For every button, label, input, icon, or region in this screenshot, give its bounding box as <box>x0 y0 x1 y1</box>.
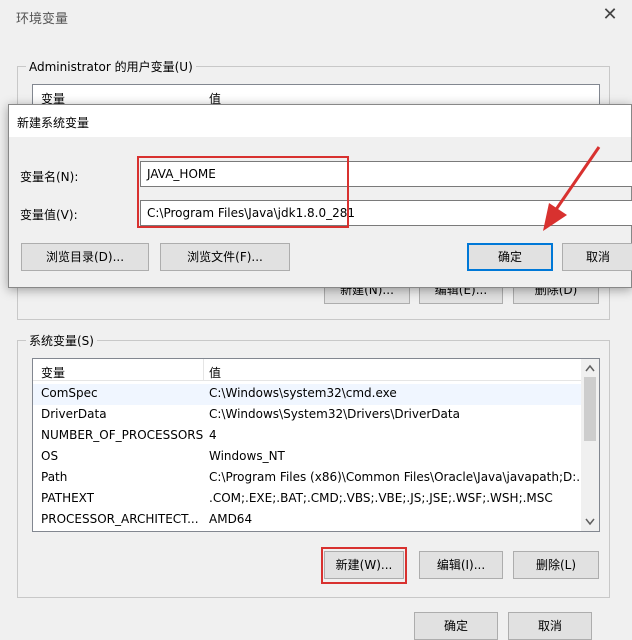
var-name: Path <box>41 470 68 484</box>
footer-cancel-button[interactable]: 取消 <box>508 612 592 640</box>
sys-col-header-value[interactable]: 值 <box>209 364 221 381</box>
fields-highlight <box>137 156 349 228</box>
user-variables-label: Administrator 的用户变量(U) <box>26 58 196 75</box>
var-name: PATHEXT <box>41 491 95 505</box>
sys-col-header-variable[interactable]: 变量 <box>41 364 65 381</box>
table-row[interactable]: PATHEXT .COM;.EXE;.BAT;.CMD;.VBS;.VBE;.J… <box>33 489 581 510</box>
environment-variables-window: 环境变量 ✕ Administrator 的用户变量(U) 变量 值 新建(N)… <box>0 0 632 640</box>
red-arrow-annotation <box>543 146 601 231</box>
var-name: PROCESSOR_ARCHITECT... <box>41 512 199 526</box>
dialog-titlebar: 新建系统变量 <box>9 105 631 137</box>
vertical-scrollbar[interactable] <box>581 359 599 531</box>
browse-directory-button[interactable]: 浏览目录(D)... <box>21 243 149 271</box>
table-row[interactable]: Path C:\Program Files (x86)\Common Files… <box>33 468 581 489</box>
scroll-up-icon[interactable] <box>585 364 595 372</box>
window-title: 环境变量 <box>16 12 69 27</box>
var-value: AMD64 <box>209 512 253 526</box>
var-value: C:\Windows\system32\cmd.exe <box>209 386 397 400</box>
table-row[interactable]: OS Windows_NT <box>33 447 581 468</box>
new-system-variable-dialog: 新建系统变量 变量名(N): JAVA_HOME 变量值(V): C:\Prog… <box>8 104 632 288</box>
variable-value-label: 变量值(V): <box>20 208 78 222</box>
browse-file-button[interactable]: 浏览文件(F)... <box>160 243 290 271</box>
table-row[interactable]: NUMBER_OF_PROCESSORS 4 <box>33 426 581 447</box>
var-name: OS <box>41 449 59 463</box>
system-variables-list[interactable]: 变量 值 ComSpec C:\Windows\system32\cmd.exe… <box>32 358 600 532</box>
var-value: C:\Program Files (x86)\Common Files\Orac… <box>209 470 579 484</box>
dialog-cancel-button[interactable]: 取消 <box>562 243 632 271</box>
table-row[interactable]: ComSpec C:\Windows\system32\cmd.exe <box>33 384 581 405</box>
close-icon[interactable]: ✕ <box>598 4 622 26</box>
column-separator[interactable] <box>203 359 204 381</box>
footer-ok-button[interactable]: 确定 <box>414 612 498 640</box>
dialog-ok-button[interactable]: 确定 <box>467 243 553 271</box>
var-name: DriverData <box>41 407 107 421</box>
var-name: NUMBER_OF_PROCESSORS <box>41 428 204 442</box>
table-row[interactable]: DriverData C:\Windows\System32\Drivers\D… <box>33 405 581 426</box>
system-variables-label: 系统变量(S) <box>26 332 97 349</box>
var-value: C:\Windows\System32\Drivers\DriverData <box>209 407 460 421</box>
system-delete-button[interactable]: 删除(L) <box>513 551 599 579</box>
table-row[interactable]: PROCESSOR_ARCHITECT... AMD64 <box>33 510 581 531</box>
dialog-title: 新建系统变量 <box>17 116 90 130</box>
variable-name-label: 变量名(N): <box>20 170 79 184</box>
scrollbar-thumb[interactable] <box>584 377 596 441</box>
var-value: Windows_NT <box>209 449 285 463</box>
system-edit-button[interactable]: 编辑(I)... <box>419 551 503 579</box>
var-name: ComSpec <box>41 386 98 400</box>
var-value: 4 <box>209 428 217 442</box>
system-list-header: 变量 值 <box>33 359 599 381</box>
new-button-highlight <box>321 547 407 584</box>
scroll-down-icon[interactable] <box>585 518 595 526</box>
var-value: .COM;.EXE;.BAT;.CMD;.VBS;.VBE;.JS;.JSE;.… <box>209 491 553 505</box>
